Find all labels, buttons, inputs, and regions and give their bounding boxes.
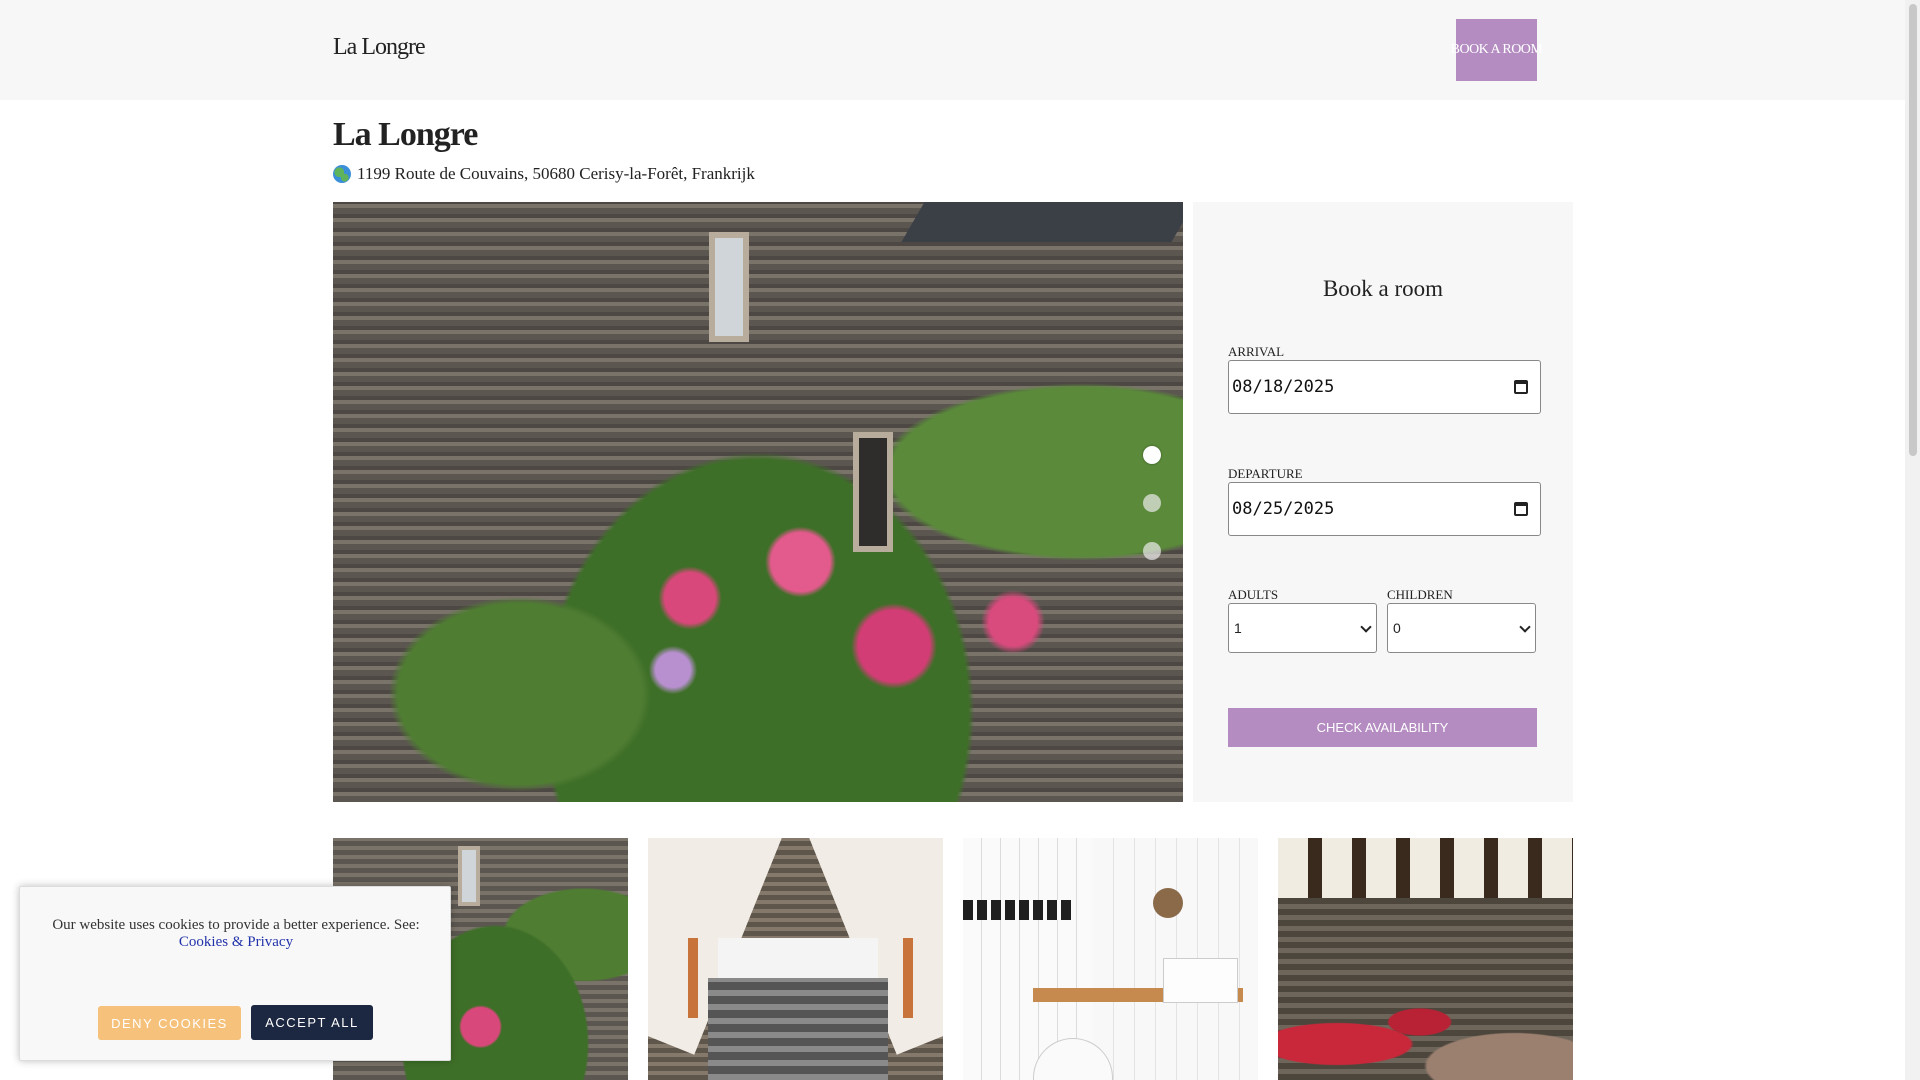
cookie-message: Our website uses cookies to provide a be… <box>40 917 432 951</box>
cookie-consent-banner: Our website uses cookies to provide a be… <box>19 886 451 1061</box>
thumbnail-window <box>458 846 480 906</box>
chevron-down-icon <box>1519 621 1531 633</box>
thumbnail-bathroom[interactable] <box>963 838 1258 1080</box>
arrival-label: ARRIVAL <box>1228 344 1285 359</box>
booking-title: Book a room <box>1322 276 1444 301</box>
top-navigation-bar: La Longre BOOK A ROOM <box>0 0 1905 100</box>
arrival-date-input[interactable]: 08/18/2025 <box>1228 360 1541 414</box>
children-select[interactable]: 0 <box>1387 603 1536 653</box>
adults-label: ADULTS <box>1228 587 1279 602</box>
hero-photo-roof <box>901 202 1183 242</box>
book-a-room-button[interactable]: BOOK A ROOM <box>1451 19 1543 81</box>
chevron-down-icon <box>1360 621 1372 633</box>
thumbnail-tile-band <box>963 900 1073 920</box>
slide-dot-2[interactable] <box>1143 494 1161 512</box>
page-scrollbar-thumb[interactable] <box>1909 4 1917 456</box>
children-label: CHILDREN <box>1387 587 1453 602</box>
thumbnail-bed <box>708 978 888 1080</box>
thumbnail-ceiling-beams <box>1278 838 1573 898</box>
globe-icon <box>333 165 351 183</box>
check-availability-button[interactable]: CHECK AVAILABILITY <box>1228 708 1537 747</box>
deny-cookies-button[interactable]: DENY COOKIES <box>98 1006 241 1040</box>
cookies-privacy-link[interactable]: Cookies & Privacy <box>179 934 293 950</box>
hero-photo-slideshow[interactable] <box>333 202 1183 802</box>
thumbnail-sink <box>1163 958 1238 1003</box>
hero-photo-window <box>709 232 749 342</box>
departure-label: DEPARTURE <box>1228 466 1303 481</box>
page-title: La Longre <box>333 116 478 153</box>
slide-dot-3[interactable] <box>1143 542 1161 560</box>
accept-all-button[interactable]: ACCEPT ALL <box>251 1005 373 1040</box>
thumbnail-restaurant[interactable] <box>1278 838 1573 1080</box>
slide-dot-1[interactable] <box>1143 446 1161 464</box>
thumbnail-lamp <box>688 938 698 1018</box>
departure-date-value: 08/25/2025 <box>1232 499 1335 519</box>
calendar-icon[interactable] <box>1514 380 1528 394</box>
departure-date-input[interactable]: 08/25/2025 <box>1228 482 1541 536</box>
address-text: 1199 Route de Couvains, 50680 Cerisy-la-… <box>357 164 755 183</box>
arrival-date-value: 08/18/2025 <box>1232 377 1335 397</box>
thumbnail-headboard <box>718 938 878 978</box>
cookie-message-text: Our website uses cookies to provide a be… <box>52 917 420 933</box>
calendar-icon[interactable] <box>1514 502 1528 516</box>
adults-select-value: 1 <box>1234 620 1242 636</box>
adults-select[interactable]: 1 <box>1228 603 1377 653</box>
booking-panel: Book a room ARRIVAL 08/18/2025 DEPARTURE… <box>1193 202 1573 802</box>
children-select-value: 0 <box>1393 620 1401 636</box>
thumbnail-tables <box>1278 978 1573 1080</box>
property-address: 1199 Route de Couvains, 50680 Cerisy-la-… <box>333 164 755 184</box>
thumbnail-mirror <box>1153 888 1183 918</box>
hero-photo-window <box>853 432 893 552</box>
thumbnail-bedroom[interactable] <box>648 838 943 1080</box>
thumbnail-lamp <box>903 938 913 1018</box>
brand-logo-text[interactable]: La Longre <box>333 34 426 61</box>
